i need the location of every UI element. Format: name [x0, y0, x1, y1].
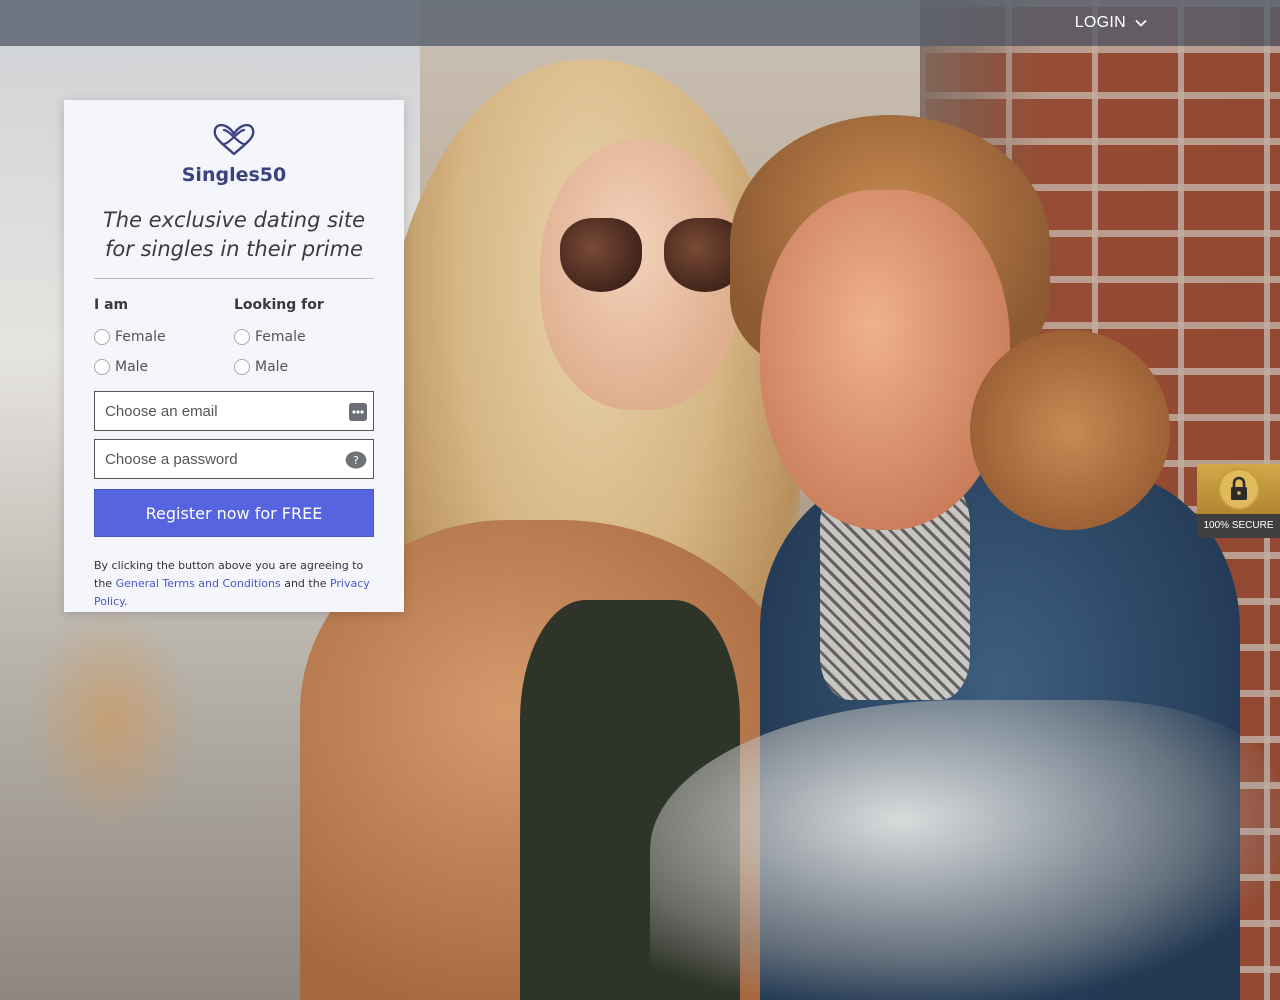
radio-label: Female [115, 329, 166, 345]
i-am-female-radio[interactable]: Female [94, 327, 234, 347]
register-label: Register now for FREE [145, 503, 323, 523]
brand-name: Singles50 [181, 164, 287, 186]
secure-badge-text: 100% SECURE [1203, 520, 1274, 531]
register-button[interactable]: Register now for FREE [94, 489, 374, 537]
svg-text:?: ? [353, 454, 359, 467]
legal-text: By clicking the button above you are agr… [94, 557, 374, 611]
divider [94, 278, 374, 279]
looking-for-male-radio[interactable]: Male [234, 357, 374, 377]
i-am-label: I am [94, 297, 129, 313]
radio-circle[interactable] [234, 329, 250, 345]
lock-icon [1217, 468, 1260, 510]
email-field-wrapper [94, 391, 374, 431]
looking-for-female-radio[interactable]: Female [234, 327, 374, 347]
heart-infinity-logo-icon [213, 123, 255, 156]
registration-card: Singles50 The exclusive dating site for … [64, 100, 404, 612]
legal-suffix: . [124, 595, 128, 608]
password-input[interactable] [95, 440, 373, 478]
login-label: LOGIN [1074, 14, 1126, 31]
looking-for-label: Looking for [234, 297, 324, 313]
radio-circle[interactable] [94, 359, 110, 375]
email-input[interactable] [95, 392, 373, 430]
radio-circle[interactable] [234, 359, 250, 375]
tagline: The exclusive dating site for singles in… [102, 208, 366, 261]
i-am-group: I am Female Male [94, 297, 234, 377]
legal-middle: and the [284, 577, 327, 590]
looking-for-group: Looking for Female Male [234, 297, 374, 377]
more-dots-icon[interactable] [349, 403, 367, 421]
radio-label: Female [255, 329, 306, 345]
chevron-down-icon [1135, 19, 1147, 27]
i-am-male-radio[interactable]: Male [94, 357, 234, 377]
secure-badge: 100% SECURE [1197, 464, 1280, 538]
radio-label: Male [115, 359, 149, 375]
top-bar: LOGIN [0, 0, 1280, 46]
login-button[interactable]: LOGIN [1075, 0, 1148, 46]
radio-circle[interactable] [94, 329, 110, 345]
terms-link[interactable]: General Terms and Conditions [116, 577, 281, 590]
help-question-icon[interactable]: ? [344, 451, 368, 469]
password-field-wrapper: ? [94, 439, 374, 479]
radio-label: Male [255, 359, 289, 375]
